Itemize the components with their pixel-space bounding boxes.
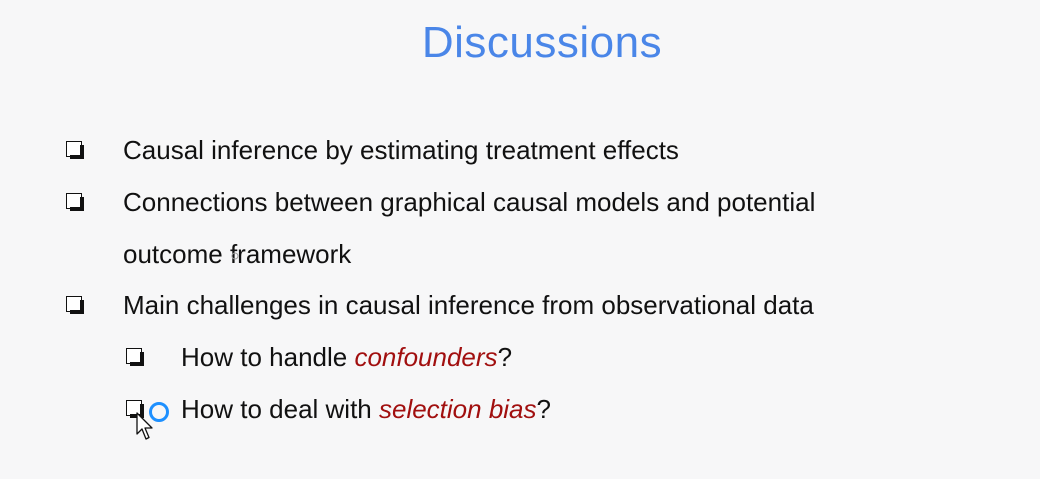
bullet-text: Main challenges in causal inference from… [123, 279, 814, 331]
bullet-text-part: How to handle [181, 342, 355, 372]
list-item: Causal inference by estimating treatment… [66, 124, 679, 176]
bullet-text: Causal inference by estimating treatment… [123, 124, 679, 176]
list-item: How to deal with selection bias? [126, 383, 551, 435]
list-item: How to handle confounders? [126, 331, 512, 383]
bullet-text-part: Main challenges in causal inference from… [123, 290, 814, 320]
checkbox-shadow-icon [66, 193, 84, 211]
slide: Discussions Causal inference by estimati… [0, 0, 1040, 479]
list-item: Connections between graphical causal mod… [66, 176, 815, 280]
bullet-text-part: ? [536, 394, 551, 424]
bullet-text: How to handle confounders? [181, 331, 512, 383]
bullet-text-part: ? [497, 342, 513, 372]
text-cursor-icon [231, 250, 239, 262]
bullet-text-part: Causal inference by estimating treatment… [123, 135, 679, 165]
bullet-text-part: How to deal with [181, 394, 379, 424]
emphasis-text: selection bias [378, 394, 537, 424]
bullet-text: Connections between graphical causal mod… [123, 176, 815, 280]
bullet-text: How to deal with selection bias? [181, 383, 551, 435]
list-item: Main challenges in causal inference from… [66, 279, 814, 331]
checkbox-shadow-icon [66, 296, 84, 314]
checkbox-shadow-icon [66, 141, 84, 159]
bullet-text-part: Connections between graphical causal mod… [123, 187, 816, 217]
arrow-cursor-icon [136, 412, 156, 442]
checkbox-shadow-icon [126, 348, 144, 366]
emphasis-text: confounders [354, 342, 498, 372]
